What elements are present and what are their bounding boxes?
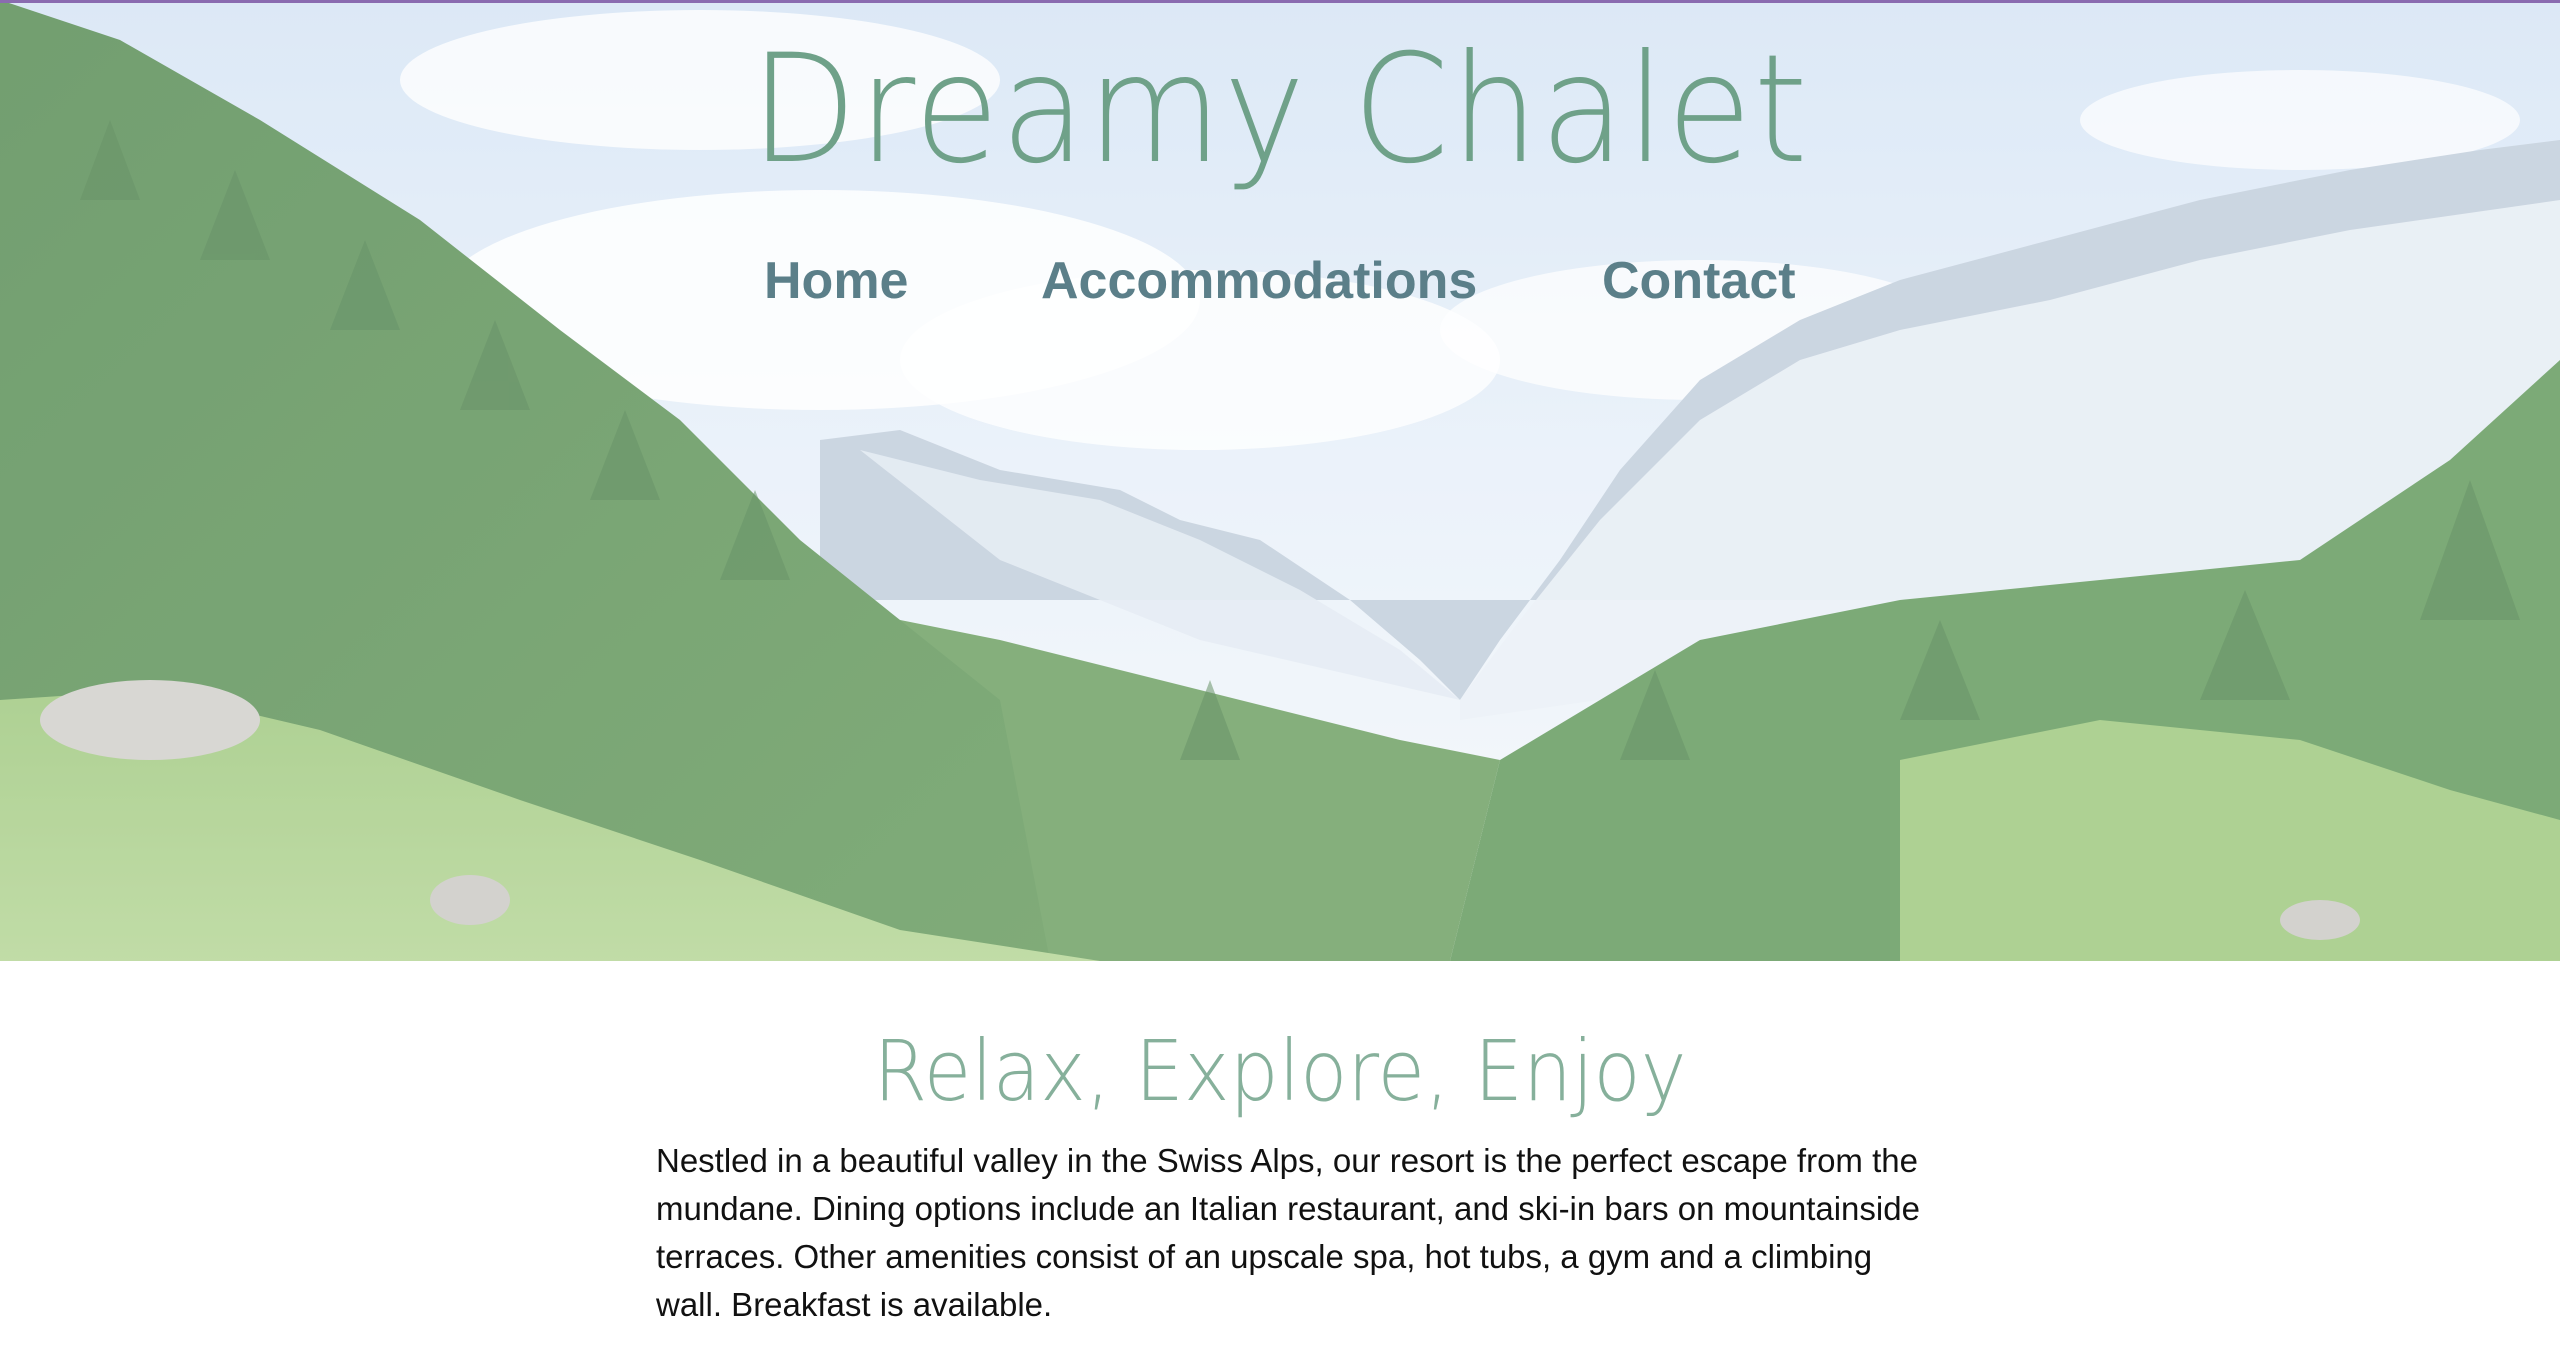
top-accent-line — [0, 0, 2560, 3]
main-content: Relax, Explore, Enjoy Nestled in a beaut… — [0, 961, 2560, 1368]
nav-home-link[interactable]: Home — [764, 246, 908, 316]
nav-accommodations-link[interactable]: Accommodations — [1041, 246, 1477, 316]
hero-banner: Dreamy Chalet Home Accommodations Contac… — [0, 0, 2560, 961]
nav-contact-link[interactable]: Contact — [1602, 246, 1796, 316]
main-nav: Home Accommodations Contact — [0, 246, 2560, 316]
site-title[interactable]: Dreamy Chalet — [102, 20, 2457, 200]
tagline-heading: Relax, Explore, Enjoy — [873, 1022, 1687, 1120]
resort-description: Nestled in a beautiful valley in the Swi… — [656, 1142, 1920, 1323]
